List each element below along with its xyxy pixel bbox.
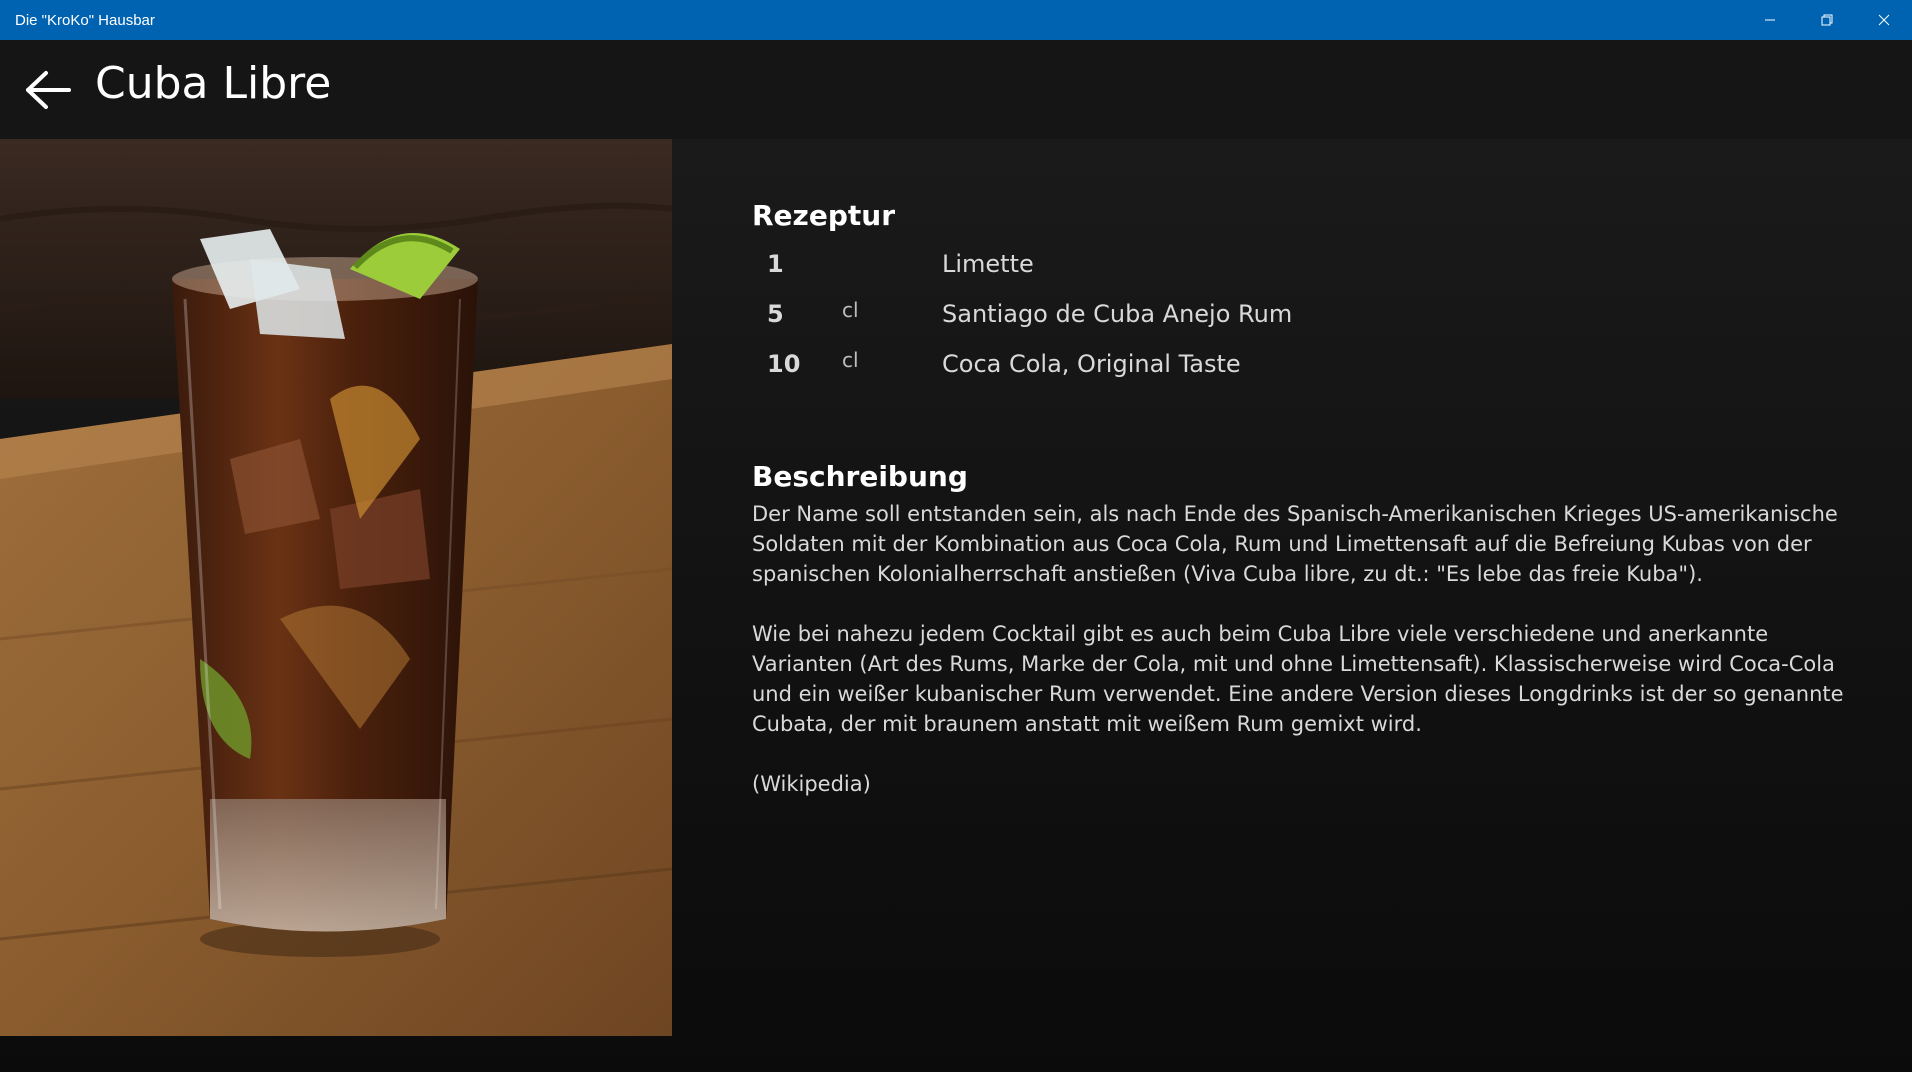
description-paragraph: Wie bei nahezu jedem Cocktail gibt es au… (752, 622, 1844, 736)
arrow-left-icon (26, 71, 71, 109)
ingredient-list: 1 Limette 5 cl Santiago de Cuba Anejo Ru… (752, 242, 1862, 392)
content-area: Rezeptur 1 Limette 5 cl Santiago de Cuba… (0, 139, 1912, 1072)
restore-button[interactable] (1798, 0, 1855, 40)
minimize-icon (1764, 19, 1775, 21)
ingredient-name: Limette (942, 250, 1034, 278)
close-icon (1878, 14, 1889, 26)
page-title: Cuba Libre (95, 58, 332, 109)
ingredient-name: Santiago de Cuba Anejo Rum (942, 300, 1293, 328)
page-header: Cuba Libre (0, 40, 1912, 139)
ingredient-unit: cl (842, 298, 859, 322)
ingredient-name: Coca Cola, Original Taste (942, 350, 1241, 378)
window-title: Die "KroKo" Hausbar (15, 11, 155, 29)
ingredient-unit: cl (842, 348, 859, 372)
title-bar: Die "KroKo" Hausbar (0, 0, 1912, 40)
ingredient-quantity: 10 (767, 350, 801, 378)
ingredient-quantity: 5 (767, 300, 784, 328)
description-body: Der Name soll entstanden sein, als nach … (752, 499, 1862, 799)
back-button[interactable] (22, 64, 74, 116)
ingredient-quantity: 1 (767, 250, 784, 278)
description-paragraph: Der Name soll entstanden sein, als nach … (752, 502, 1838, 586)
recipe-heading: Rezeptur (752, 199, 896, 232)
close-button[interactable] (1855, 0, 1912, 40)
recipe-details: Rezeptur 1 Limette 5 cl Santiago de Cuba… (752, 199, 1862, 829)
cocktail-photo (0, 139, 672, 1036)
restore-icon (1821, 14, 1832, 26)
caption-buttons (1741, 0, 1912, 40)
ingredient-row: 1 Limette (752, 242, 1862, 292)
ingredient-row: 10 cl Coca Cola, Original Taste (752, 342, 1862, 392)
ingredient-row: 5 cl Santiago de Cuba Anejo Rum (752, 292, 1862, 342)
description-source: (Wikipedia) (752, 772, 871, 796)
minimize-button[interactable] (1741, 0, 1798, 40)
description-heading: Beschreibung (752, 460, 968, 493)
